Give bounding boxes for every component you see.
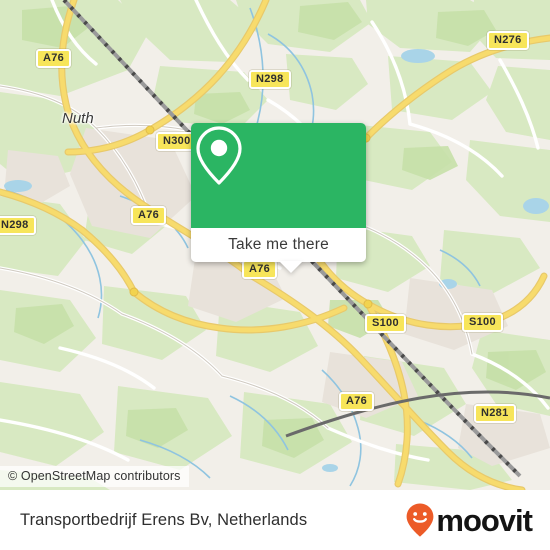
road-shield-a76-west: A76 <box>131 206 167 225</box>
take-me-there-popup[interactable]: Take me there <box>191 123 366 273</box>
road-shield-a76-south: A76 <box>339 392 375 411</box>
road-shield-n281: N281 <box>474 404 516 423</box>
popup-cta-bar[interactable]: Take me there <box>191 228 366 273</box>
place-label-nuth: Nuth <box>62 110 94 127</box>
map-pin-icon <box>196 126 242 185</box>
moovit-wordmark: moovit <box>436 502 533 538</box>
road-shield-n298-west: N298 <box>0 216 36 235</box>
road-shield-a76-center: A76 <box>242 260 278 279</box>
popup-cta-label: Take me there <box>228 236 329 253</box>
location-title: Transportbedrijf Erens Bv, Netherlands <box>20 510 308 529</box>
road-shield-n298: N298 <box>249 70 291 89</box>
road-shield-a76: A76 <box>36 49 72 68</box>
road-shield-s100-right: S100 <box>462 313 503 332</box>
footer-bar: Transportbedrijf Erens Bv, Netherlands m… <box>0 490 550 550</box>
map-canvas[interactable]: Nuth A76 N298 N276 N300 N298 A76 A76 S10… <box>0 0 550 490</box>
moovit-pin-smiley-icon <box>406 503 434 537</box>
popup-pointer-tail <box>279 261 303 273</box>
moovit-logo[interactable]: moovit <box>405 502 533 538</box>
osm-attribution[interactable]: © OpenStreetMap contributors <box>0 466 189 487</box>
map-screenshot: Nuth A76 N298 N276 N300 N298 A76 A76 S10… <box>0 0 550 550</box>
popup-icon-area <box>191 123 366 228</box>
road-shield-s100-left: S100 <box>365 314 406 333</box>
road-shield-n276: N276 <box>487 31 529 50</box>
